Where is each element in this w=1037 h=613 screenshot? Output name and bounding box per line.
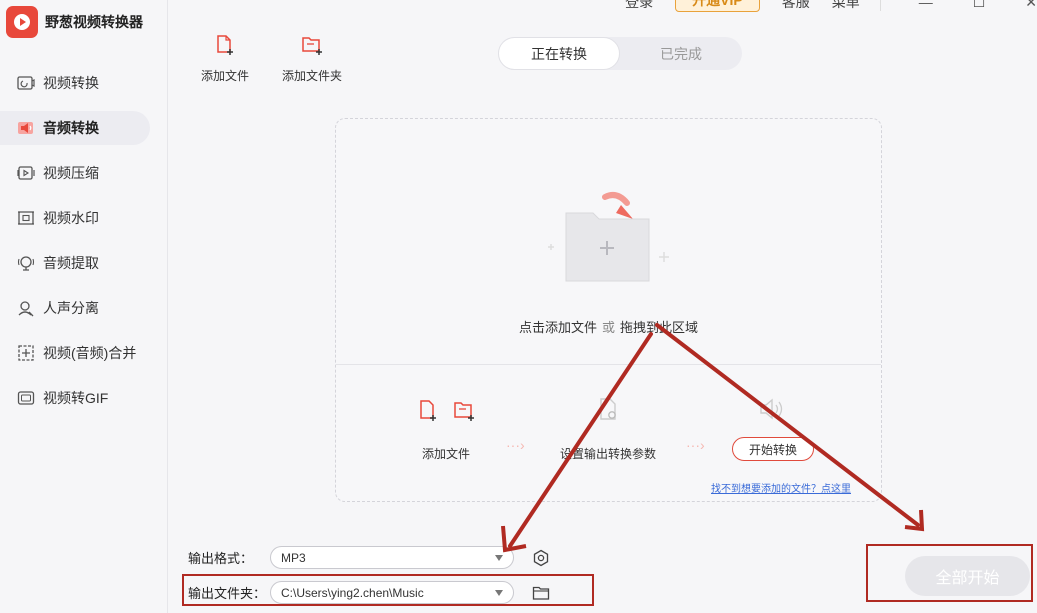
sidebar-item-voice-separate[interactable]: 人声分离 [0,291,168,325]
drop-zone[interactable]: 点击添加文件或拖拽到此区域 添加文件 ···› 设置输出转换参数 ···› 开始… [335,118,882,502]
drag-here-text: 拖拽到此区域 [620,320,699,335]
output-folder-label: 输出文件夹： [188,586,267,601]
start-convert-button[interactable]: 开始转换 [732,437,814,461]
sidebar-item-label: 音频转换 [43,120,99,136]
sidebar-item-audio-extract[interactable]: 音频提取 [0,246,168,280]
titlebar-controls: 登录 开通VIP 客服 菜单 — ☐ ✕ [603,0,1037,12]
window-controls: — ☐ ✕ [879,0,1037,11]
tab-bar: 正在转换 已完成 [498,37,742,70]
drop-zone-hint: 点击添加文件或拖拽到此区域 [336,317,881,336]
video-compress-icon [16,163,36,183]
start-all-button[interactable]: 全部开始 [905,556,1030,596]
login-link[interactable]: 登录 [625,0,653,12]
chevron-down-icon [495,590,503,596]
step1-folder-icon [453,399,477,428]
step-arrow-icon: ···› [686,437,705,453]
output-folder-value: C:\Users\ying2.chen\Music [281,585,424,600]
sidebar-item-merge[interactable]: 视频(音频)合并 [0,336,168,370]
add-file-icon [215,34,235,59]
tab-completed[interactable]: 已完成 [620,37,742,70]
add-file-button[interactable]: 添加文件 [201,34,249,84]
sidebar-item-label: 视频压缩 [43,165,99,181]
close-icon[interactable]: ✕ [1025,0,1037,11]
output-format-value: MP3 [281,550,306,565]
add-folder-label: 添加文件夹 [282,69,343,83]
tab-converting[interactable]: 正在转换 [498,37,620,70]
sidebar-item-watermark[interactable]: 视频水印 [0,201,168,235]
or-text: 或 [601,320,615,335]
sidebar-item-label: 人声分离 [43,300,99,316]
vip-button[interactable]: 开通VIP [675,0,760,12]
audio-extract-icon [16,253,36,273]
service-link[interactable]: 客服 [782,0,810,12]
output-folder-row: 输出文件夹： C:\Users\ying2.chen\Music [188,581,552,604]
step1-label: 添加文件 [422,447,471,461]
step-arrow-icon: ···› [506,437,525,453]
video-convert-icon [16,73,36,93]
sidebar-item-gif[interactable]: 视频转GIF [0,381,168,415]
click-add-text[interactable]: 点击添加文件 [519,320,597,335]
app-window: 野葱视频转换器 视频转换 音频转换 视频压缩 视频水印 音频提取 人声分离 视频… [0,0,1037,613]
audio-convert-icon [16,118,36,138]
open-folder-icon[interactable] [530,582,552,604]
output-folder-select[interactable]: C:\Users\ying2.chen\Music [270,581,514,604]
sidebar-item-label: 视频(音频)合并 [43,345,137,361]
output-format-label: 输出格式： [188,551,254,566]
sidebar: 野葱视频转换器 视频转换 音频转换 视频压缩 视频水印 音频提取 人声分离 视频… [0,0,168,613]
watermark-icon [16,208,36,228]
add-folder-button[interactable]: 添加文件夹 [282,34,342,84]
minimize-icon[interactable]: — [919,0,933,11]
add-file-label: 添加文件 [201,69,250,83]
voice-separate-icon [16,298,36,318]
sidebar-item-video-compress[interactable]: 视频压缩 [0,156,168,190]
format-settings-icon[interactable] [530,547,552,569]
drop-zone-divider [336,364,881,365]
app-name: 野葱视频转换器 [45,14,143,30]
app-logo-icon [6,6,38,38]
sidebar-item-label: 音频提取 [43,255,99,271]
maximize-icon[interactable]: ☐ [973,0,986,11]
step2-label: 设置输出转换参数 [560,447,657,461]
sidebar-item-audio-convert[interactable]: 音频转换 [0,111,150,145]
sidebar-item-label: 视频水印 [43,210,99,226]
sidebar-nav: 视频转换 音频转换 视频压缩 视频水印 音频提取 人声分离 视频(音频)合并 视… [0,66,168,426]
sidebar-item-video-convert[interactable]: 视频转换 [0,66,168,100]
output-format-select[interactable]: MP3 [270,546,514,569]
merge-icon [16,343,36,363]
brand: 野葱视频转换器 [6,6,143,38]
menu-link[interactable]: 菜单 [832,0,860,12]
add-folder-icon [301,34,323,59]
settings-doc-icon [597,397,621,428]
sidebar-item-label: 视频转GIF [43,390,109,406]
sidebar-item-label: 视频转换 [43,75,99,91]
chevron-down-icon [495,555,503,561]
gif-icon [16,388,36,408]
speaker-icon [758,397,786,426]
folder-upload-icon [541,189,681,294]
help-link[interactable]: 找不到想要添加的文件？点这里 [711,480,851,495]
step1-file-icon [418,399,440,428]
output-format-row: 输出格式： MP3 [188,546,552,569]
